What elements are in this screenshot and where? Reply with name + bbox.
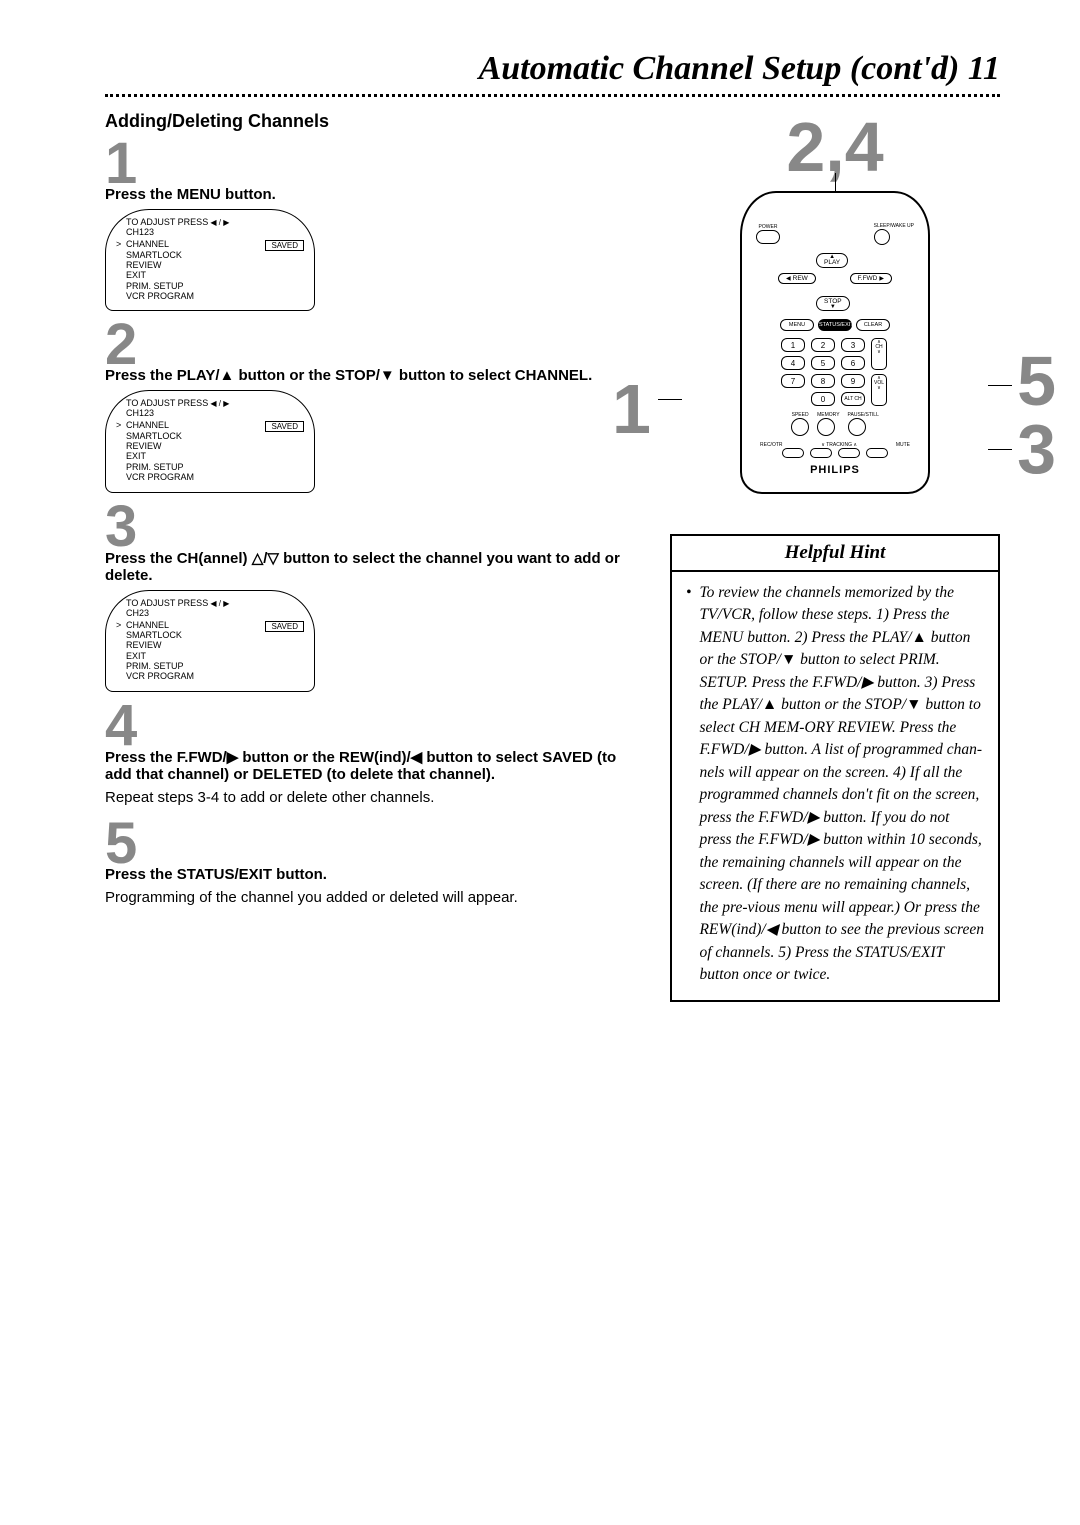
num-0[interactable]: 0: [811, 392, 835, 406]
number-pad: 1 2 3 ∧CH∨ 4 5 6 7 8 9 ∧VOL∨ 0 ALT CH: [756, 338, 914, 406]
step-4-number: 4: [105, 700, 642, 752]
num-8[interactable]: 8: [811, 374, 835, 388]
num-9[interactable]: 9: [841, 374, 865, 388]
tracking-up-button[interactable]: [838, 448, 860, 458]
step-3-text: Press the CH(annel) △/▽ button to select…: [105, 549, 642, 584]
num-2[interactable]: 2: [811, 338, 835, 352]
callout-line: [658, 399, 682, 400]
step-1-number: 1: [105, 138, 642, 190]
power-label: POWER: [756, 224, 780, 230]
menu-button[interactable]: MENU: [780, 319, 814, 331]
recotr-button[interactable]: [782, 448, 804, 458]
num-6[interactable]: 6: [841, 356, 865, 370]
ffwd-button[interactable]: F.FWD: [850, 273, 892, 284]
num-7[interactable]: 7: [781, 374, 805, 388]
dpad: PLAY STOP REW F.FWD: [786, 253, 884, 311]
hint-body-text: To review the channels memorized by the …: [699, 582, 984, 986]
num-4[interactable]: 4: [781, 356, 805, 370]
step-3-number: 3: [105, 501, 642, 553]
speed-label: SPEED: [791, 412, 809, 418]
callout-3: 3: [1017, 409, 1056, 489]
callout-line: [988, 385, 1012, 386]
page-title: Automatic Channel Setup (cont'd) 11: [105, 50, 1000, 88]
tv-menu-items: CHANNELSMARTLOCKREVIEW EXITPRIM. SETUPVC…: [126, 239, 194, 301]
tv-screen-3: TO ADJUST PRESS CH23 > CHANNELSMARTLOCKR…: [105, 590, 315, 692]
pause-button[interactable]: [848, 418, 866, 436]
divider: [105, 94, 1000, 97]
num-5[interactable]: 5: [811, 356, 835, 370]
memory-label: MEMORY: [817, 412, 839, 418]
step-5-number: 5: [105, 818, 642, 870]
rew-button[interactable]: REW: [778, 273, 816, 284]
memory-button[interactable]: [817, 418, 835, 436]
clear-button[interactable]: CLEAR: [856, 319, 890, 331]
play-button[interactable]: PLAY: [816, 253, 848, 268]
step-2-text: Press the PLAY/▲ button or the STOP/▼ bu…: [105, 367, 642, 384]
caret-icon: >: [116, 239, 126, 249]
section-heading: Adding/Deleting Channels: [105, 111, 642, 132]
status-exit-button[interactable]: STATUS/EXIT: [818, 319, 852, 331]
ch-rocker[interactable]: ∧CH∨: [871, 338, 887, 370]
callout-1: 1: [612, 369, 651, 449]
tv-channel: CH123: [126, 227, 304, 237]
stop-button[interactable]: STOP: [816, 296, 850, 311]
mute-button[interactable]: [866, 448, 888, 458]
mute-label: MUTE: [896, 442, 910, 448]
bullet-icon: •: [686, 582, 691, 986]
remote-control: POWER SLEEP/WAKE UP PLAY STOP REW F.FWD …: [740, 191, 930, 494]
helpful-hint-box: Helpful Hint • To review the channels me…: [670, 534, 1000, 1002]
speed-button[interactable]: [791, 418, 809, 436]
pause-label: PAUSE/STILL: [848, 412, 879, 418]
step-5-note: Programming of the channel you added or …: [105, 889, 642, 906]
power-button[interactable]: [756, 230, 780, 244]
tv-saved-tag: SAVED: [265, 240, 304, 251]
tv-screen-2: TO ADJUST PRESS CH123 > CHANNELSMARTLOCK…: [105, 390, 315, 492]
alt-ch-button[interactable]: ALT CH: [841, 392, 865, 406]
tv-screen-1: TO ADJUST PRESS CH123 > CHANNELSMARTLOCK…: [105, 209, 315, 311]
num-1[interactable]: 1: [781, 338, 805, 352]
num-3[interactable]: 3: [841, 338, 865, 352]
step-4-text: Press the F.FWD/▶ button or the REW(ind)…: [105, 748, 642, 783]
step-2-number: 2: [105, 319, 642, 371]
tracking-down-button[interactable]: [810, 448, 832, 458]
sleep-label: SLEEP/WAKE UP: [874, 223, 914, 229]
step-4-note: Repeat steps 3-4 to add or delete other …: [105, 789, 642, 806]
vol-rocker[interactable]: ∧VOL∨: [871, 374, 887, 406]
sleep-button[interactable]: [874, 229, 890, 245]
brand-label: PHILIPS: [756, 464, 914, 476]
step-5-text: Press the STATUS/EXIT button.: [105, 866, 642, 883]
recotr-label: REC/OTR: [760, 442, 783, 448]
tv-top-line: TO ADJUST PRESS: [126, 217, 208, 227]
callout-line: [988, 449, 1012, 450]
step-1-text: Press the MENU button.: [105, 186, 642, 203]
hint-heading: Helpful Hint: [672, 536, 998, 572]
